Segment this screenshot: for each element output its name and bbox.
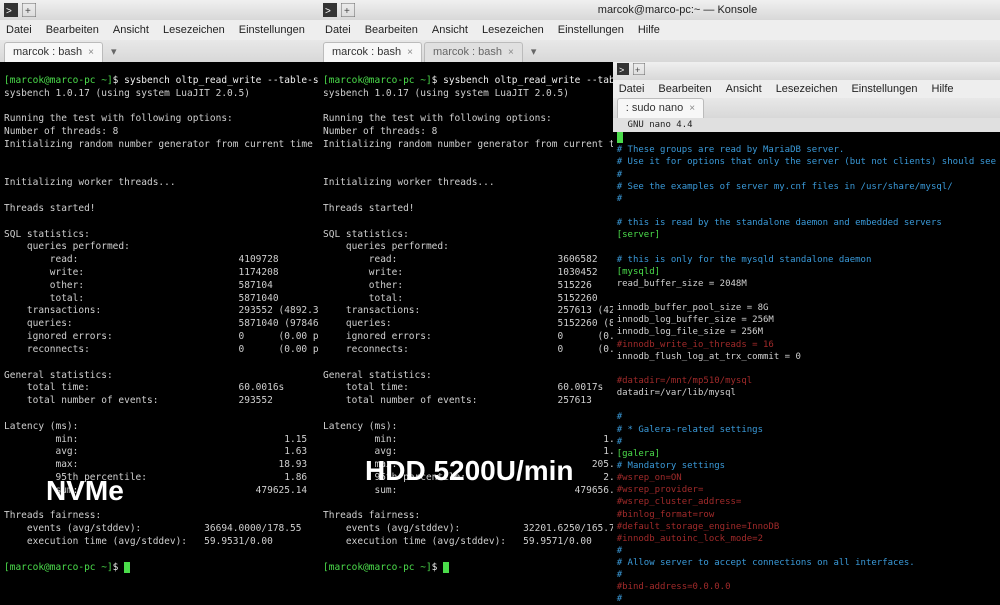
new-tab-icon[interactable]: + xyxy=(22,3,36,17)
terminal-hdd[interactable]: [marcok@marco-pc ~]$ sysbench oltp_read_… xyxy=(319,62,613,605)
menu-hilfe[interactable]: Hilfe xyxy=(932,82,954,97)
app-icon: > xyxy=(323,3,337,17)
tabbar-wide: marcok : bash × marcok : bash × ▾ xyxy=(319,40,1000,62)
tab-active[interactable]: marcok : bash × xyxy=(323,42,422,62)
tab-label: marcok : bash xyxy=(332,45,401,60)
menu-datei[interactable]: Datei xyxy=(6,23,32,38)
tab-nano[interactable]: : sudo nano × xyxy=(617,98,704,118)
tab-label: marcok : bash xyxy=(13,45,82,60)
window-nvme: > + Datei Bearbeiten Ansicht Lesezeichen… xyxy=(0,0,319,605)
wide-content: [marcok@marco-pc ~]$ sysbench oltp_read_… xyxy=(319,62,1000,605)
menu-bearbeiten[interactable]: Bearbeiten xyxy=(365,23,418,38)
menubar-nano: Datei Bearbeiten Ansicht Lesezeichen Ein… xyxy=(613,80,1000,98)
titlebar-nano[interactable]: > + xyxy=(613,62,1000,80)
nano-cursor xyxy=(617,132,623,143)
tab-label: marcok : bash xyxy=(433,45,502,60)
menu-ansicht[interactable]: Ansicht xyxy=(432,23,468,38)
close-icon[interactable]: × xyxy=(407,46,413,60)
tab-active[interactable]: marcok : bash × xyxy=(4,42,103,62)
nano-editor[interactable]: # These groups are read by MariaDB serve… xyxy=(613,132,1000,605)
new-tab-icon[interactable]: + xyxy=(341,3,355,17)
tabbar-nano: : sudo nano × xyxy=(613,98,1000,118)
app-icon: > xyxy=(617,63,629,80)
nano-window: > + Datei Bearbeiten Ansicht Lesezeichen… xyxy=(613,62,1000,605)
menu-lesezeichen[interactable]: Lesezeichen xyxy=(163,23,225,38)
tab-inactive[interactable]: marcok : bash × xyxy=(424,42,523,62)
cursor xyxy=(443,562,449,573)
new-tab-button[interactable]: ▾ xyxy=(525,43,543,62)
nano-header: GNU nano 4.4 xyxy=(613,118,1000,132)
menu-bearbeiten[interactable]: Bearbeiten xyxy=(46,23,99,38)
menu-ansicht[interactable]: Ansicht xyxy=(113,23,149,38)
svg-text:+: + xyxy=(25,6,31,17)
menu-einstellungen[interactable]: Einstellungen xyxy=(851,82,917,97)
new-tab-icon[interactable]: + xyxy=(633,63,645,80)
close-icon[interactable]: × xyxy=(508,46,514,60)
new-tab-button[interactable]: ▾ xyxy=(105,43,123,62)
menu-lesezeichen[interactable]: Lesezeichen xyxy=(482,23,544,38)
menu-ansicht[interactable]: Ansicht xyxy=(726,82,762,97)
window-wide: > + marcok@marco-pc:~ — Konsole Datei Be… xyxy=(319,0,1000,605)
svg-text:+: + xyxy=(635,65,640,75)
menu-einstellungen[interactable]: Einstellungen xyxy=(558,23,624,38)
app-icon: > xyxy=(4,3,18,17)
tabbar-nvme: marcok : bash × ▾ xyxy=(0,40,319,62)
menu-bearbeiten[interactable]: Bearbeiten xyxy=(658,82,711,97)
cursor xyxy=(124,562,130,573)
menubar-nvme: Datei Bearbeiten Ansicht Lesezeichen Ein… xyxy=(0,20,319,40)
menu-hilfe[interactable]: Hilfe xyxy=(638,23,660,38)
menubar-wide: Datei Bearbeiten Ansicht Lesezeichen Ein… xyxy=(319,20,1000,40)
titlebar-nvme[interactable]: > + xyxy=(0,0,319,20)
svg-text:>: > xyxy=(619,65,624,75)
menu-datei[interactable]: Datei xyxy=(325,23,351,38)
svg-text:>: > xyxy=(325,6,331,17)
menu-einstellungen[interactable]: Einstellungen xyxy=(239,23,305,38)
menu-lesezeichen[interactable]: Lesezeichen xyxy=(776,82,838,97)
close-icon[interactable]: × xyxy=(689,102,695,116)
svg-text:>: > xyxy=(6,6,12,17)
titlebar-wide[interactable]: > + marcok@marco-pc:~ — Konsole xyxy=(319,0,1000,20)
tab-label: : sudo nano xyxy=(626,101,684,116)
terminal-nvme[interactable]: [marcok@marco-pc ~]$ sysbench oltp_read_… xyxy=(0,62,319,605)
close-icon[interactable]: × xyxy=(88,46,94,60)
window-title: marcok@marco-pc:~ — Konsole xyxy=(359,3,996,18)
menu-datei[interactable]: Datei xyxy=(619,82,645,97)
desktop: > + Datei Bearbeiten Ansicht Lesezeichen… xyxy=(0,0,1000,605)
svg-text:+: + xyxy=(344,6,350,17)
